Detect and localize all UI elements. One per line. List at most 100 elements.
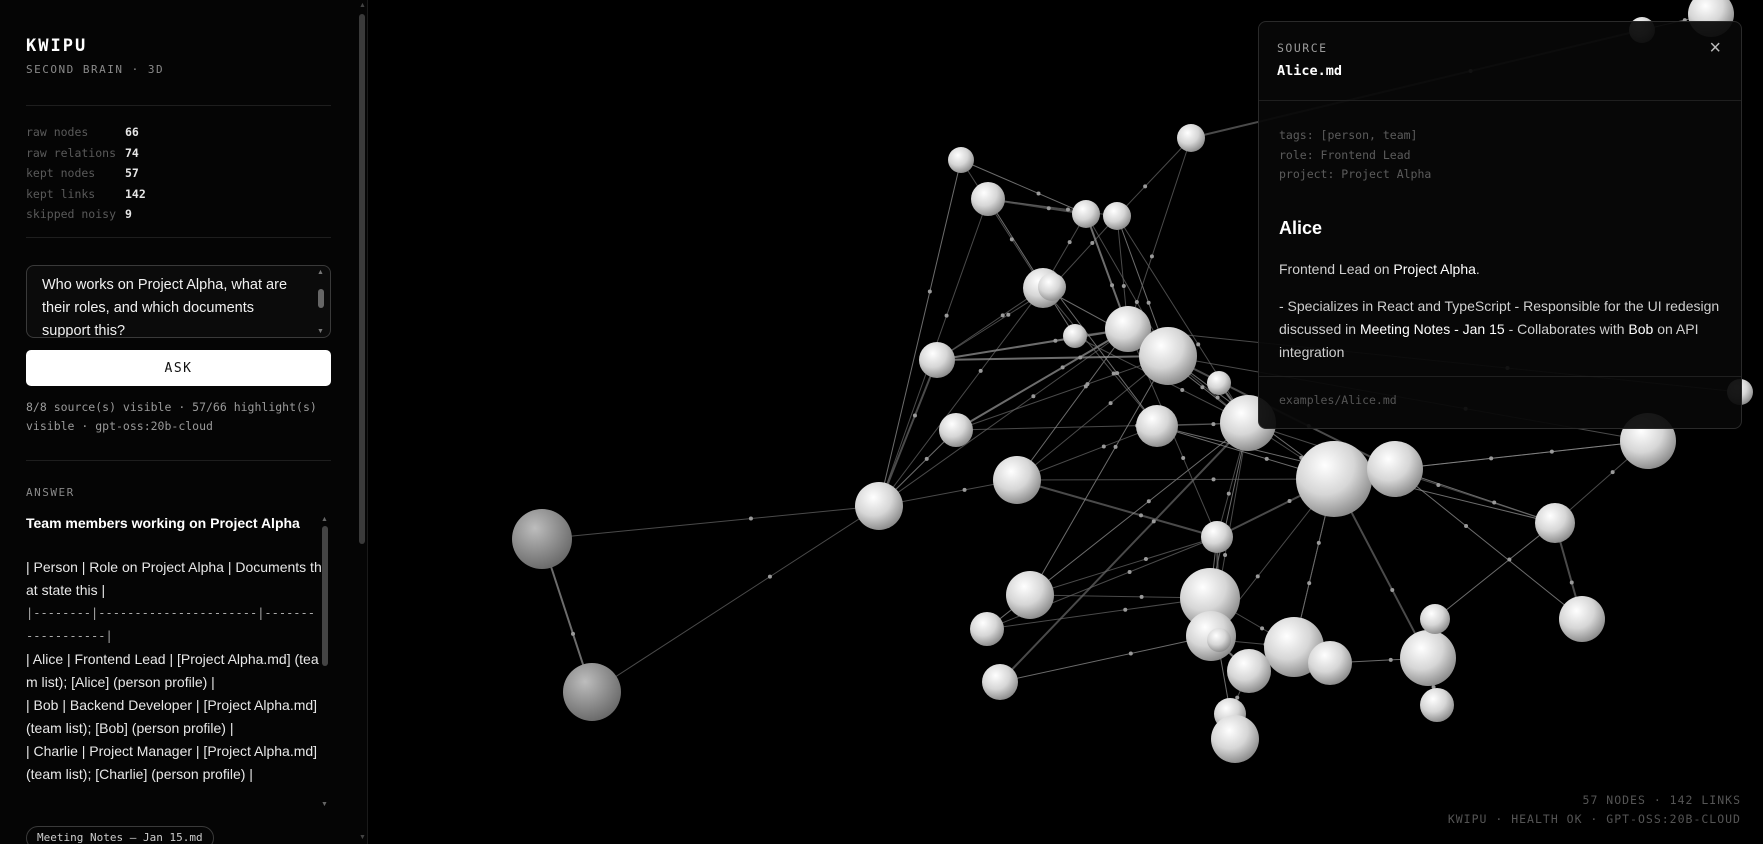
graph-node[interactable] — [1207, 628, 1231, 652]
stat-row: raw nodes 66 — [26, 122, 146, 143]
close-icon[interactable]: × — [1709, 38, 1721, 58]
wiki-link[interactable]: Bob — [1628, 321, 1653, 337]
edge-particle — [1211, 477, 1216, 482]
graph-node[interactable] — [1420, 604, 1450, 634]
scroll-down-icon[interactable]: ▼ — [359, 834, 366, 842]
edge-particle — [1108, 401, 1113, 406]
edge-particle — [1000, 313, 1005, 318]
query-textarea[interactable]: Who works on Project Alpha, what are the… — [26, 265, 331, 338]
edge-particle — [944, 313, 949, 318]
edge-particle — [1083, 384, 1088, 389]
graph-node[interactable] — [1308, 641, 1352, 685]
scroll-up-icon[interactable]: ▲ — [359, 2, 366, 10]
query-scrollbar[interactable]: ▲ ▼ — [316, 269, 326, 335]
scroll-down-icon[interactable]: ▼ — [321, 801, 328, 808]
scroll-thumb[interactable] — [322, 526, 328, 666]
graph-node[interactable] — [1139, 327, 1197, 385]
query-text: Who works on Project Alpha, what are the… — [42, 277, 288, 338]
edge-particle — [1569, 580, 1574, 585]
edge-particle — [1464, 524, 1469, 528]
edge-particle — [1507, 557, 1512, 562]
scroll-up-icon[interactable]: ▲ — [317, 269, 324, 276]
graph-node[interactable] — [1420, 688, 1454, 722]
frontmatter: tags: [person, team] role: Frontend Lead… — [1279, 126, 1431, 185]
stat-label: raw nodes — [26, 125, 89, 140]
scroll-thumb[interactable] — [318, 289, 324, 308]
divider — [26, 237, 331, 238]
edge-particle — [1036, 191, 1041, 196]
answer-table-line: | Person | Role on Project Alpha | Docum… — [26, 559, 322, 598]
graph-node[interactable] — [1296, 441, 1372, 517]
graph-edge — [878, 159, 962, 507]
graph-edge — [936, 328, 1129, 361]
edge-particle — [1110, 283, 1115, 288]
scroll-thumb[interactable] — [359, 14, 365, 544]
graph-edge — [541, 505, 880, 540]
graph-node[interactable] — [1177, 124, 1205, 152]
edge-particle — [1031, 394, 1036, 399]
edge-particle — [1388, 657, 1393, 662]
graph-node[interactable] — [1201, 521, 1233, 553]
edge-particle — [1139, 513, 1143, 518]
graph-node[interactable] — [982, 664, 1018, 700]
graph-node[interactable] — [971, 182, 1005, 216]
graph-node[interactable] — [1103, 202, 1131, 230]
graph-node[interactable] — [1006, 571, 1054, 619]
graph-node[interactable] — [1038, 273, 1066, 301]
graph-node[interactable] — [1211, 715, 1259, 763]
ask-button[interactable]: ASK — [26, 350, 331, 386]
graph-node[interactable] — [1367, 441, 1423, 497]
graph-edge — [1434, 522, 1556, 620]
stat-label: kept nodes — [26, 166, 96, 181]
edge-particle — [1211, 422, 1216, 427]
graph-node[interactable] — [1136, 405, 1178, 447]
edge-particle — [1123, 607, 1128, 612]
edge-particle — [1006, 312, 1011, 317]
stat-value: 74 — [125, 145, 139, 160]
graph-node[interactable] — [855, 482, 903, 530]
answer-scrollbar[interactable]: ▲ ▼ — [320, 516, 330, 808]
graph-node[interactable] — [919, 342, 955, 378]
edge-particle — [1139, 594, 1144, 599]
graph-node[interactable] — [1063, 324, 1087, 348]
edge-particle — [1390, 587, 1395, 592]
scroll-up-icon[interactable]: ▲ — [321, 516, 328, 523]
graph-edge — [1394, 468, 1583, 620]
graph-node[interactable] — [1207, 371, 1231, 395]
stat-value: 57 — [125, 166, 139, 181]
wiki-link[interactable]: Project Alpha — [1393, 261, 1476, 277]
panel-label: SOURCE — [1277, 41, 1328, 55]
frontmatter-line: tags: [person, team] — [1279, 128, 1418, 142]
edge-particle — [1492, 500, 1497, 505]
edge-particle — [1067, 240, 1072, 245]
graph-node[interactable] — [948, 147, 974, 173]
frontmatter-line: project: Project Alpha — [1279, 167, 1432, 181]
divider — [1259, 100, 1741, 101]
edge-particle — [927, 289, 932, 294]
edge-particle — [748, 516, 753, 521]
graph-edge — [1394, 440, 1649, 470]
graph-node[interactable] — [1535, 503, 1575, 543]
graph-node[interactable] — [939, 413, 973, 447]
edge-particle — [1009, 237, 1014, 242]
graph-node[interactable] — [512, 509, 572, 569]
edge-particle — [1060, 365, 1065, 370]
scroll-down-icon[interactable]: ▼ — [317, 328, 324, 335]
edge-particle — [1235, 695, 1240, 700]
graph-node[interactable] — [1400, 630, 1456, 686]
answer-table-line: | Charlie | Project Manager | [Project A… — [26, 743, 318, 782]
edge-particle — [1264, 456, 1269, 461]
graph-node[interactable] — [1072, 200, 1100, 228]
sidebar-scrollbar[interactable]: ▲ ▼ — [356, 0, 367, 844]
edge-particle — [1143, 184, 1148, 189]
graph-node[interactable] — [563, 663, 621, 721]
graph-node[interactable] — [1227, 649, 1271, 693]
source-chip[interactable]: Meeting Notes – Jan 15.md — [26, 826, 214, 844]
wiki-link[interactable]: Meeting Notes - Jan 15 — [1360, 321, 1505, 337]
graph-node[interactable] — [1559, 596, 1605, 642]
graph-node[interactable] — [970, 612, 1004, 646]
edge-particle — [1181, 455, 1186, 460]
graph-edge — [960, 159, 1044, 289]
edge-particle — [1065, 207, 1070, 212]
graph-node[interactable] — [993, 456, 1041, 504]
